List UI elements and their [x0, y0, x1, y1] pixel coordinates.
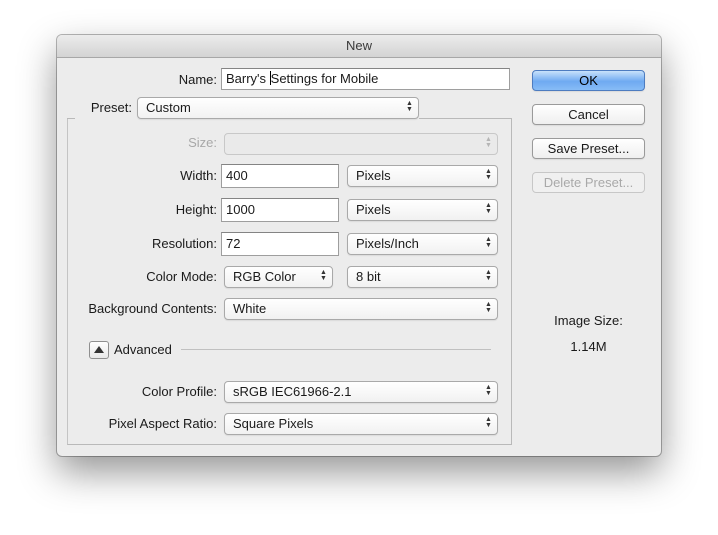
- updown-chevrons-icon: ▲ ▼: [485, 301, 492, 314]
- new-document-dialog: New Name: Barry's Settings for Mobile Pr…: [57, 35, 661, 456]
- image-size-label: Image Size:: [554, 313, 623, 328]
- advanced-divider: [181, 349, 491, 350]
- background-contents-label: Background Contents:: [88, 301, 217, 316]
- pixel-aspect-ratio-value: Square Pixels: [233, 416, 314, 431]
- name-label: Name:: [178, 72, 217, 87]
- updown-chevrons-icon: ▲ ▼: [485, 236, 492, 249]
- background-contents-value: White: [233, 301, 267, 316]
- background-contents-select[interactable]: White ▲ ▼: [224, 298, 498, 320]
- delete-preset-button: Delete Preset...: [532, 172, 645, 193]
- size-label: Size:: [188, 135, 217, 150]
- dialog-title: New: [57, 35, 661, 58]
- advanced-label: Advanced: [114, 342, 172, 357]
- color-profile-select[interactable]: sRGB IEC61966-2.1 ▲ ▼: [224, 381, 498, 403]
- triangle-up-icon: [94, 346, 104, 353]
- resolution-label: Resolution:: [151, 236, 217, 251]
- ok-button[interactable]: OK: [532, 70, 645, 91]
- height-unit-select[interactable]: Pixels ▲ ▼: [347, 199, 498, 221]
- updown-chevrons-icon: ▲ ▼: [485, 384, 492, 397]
- pixel-aspect-ratio-label: Pixel Aspect Ratio:: [108, 416, 217, 431]
- updown-chevrons-icon: ▲ ▼: [320, 269, 327, 282]
- height-unit-value: Pixels: [356, 202, 391, 217]
- name-value-after: Settings for Mobile: [270, 71, 379, 86]
- height-label: Height:: [175, 202, 217, 217]
- updown-chevrons-icon: ▲ ▼: [406, 100, 413, 113]
- cancel-button[interactable]: Cancel: [532, 104, 645, 125]
- resolution-input[interactable]: 72: [221, 232, 339, 256]
- color-mode-label: Color Mode:: [146, 269, 217, 284]
- preset-value: Custom: [146, 100, 191, 115]
- group-border-right: [419, 118, 511, 119]
- color-mode-select[interactable]: RGB Color ▲ ▼: [224, 266, 333, 288]
- updown-chevrons-icon: ▲ ▼: [485, 416, 492, 429]
- height-input[interactable]: 1000: [221, 198, 339, 222]
- pixel-aspect-ratio-select[interactable]: Square Pixels ▲ ▼: [224, 413, 498, 435]
- color-profile-label: Color Profile:: [141, 384, 217, 399]
- image-size-value: 1.14M: [570, 339, 607, 354]
- width-label: Width:: [180, 168, 217, 183]
- resolution-unit-select[interactable]: Pixels/Inch ▲ ▼: [347, 233, 498, 255]
- updown-chevrons-icon: ▲ ▼: [485, 269, 492, 282]
- width-unit-select[interactable]: Pixels ▲ ▼: [347, 165, 498, 187]
- size-select: ▲ ▼: [224, 133, 498, 155]
- preset-label: Preset:: [75, 98, 134, 118]
- bit-depth-value: 8 bit: [356, 269, 381, 284]
- color-mode-value: RGB Color: [233, 269, 296, 284]
- preset-select[interactable]: Custom ▲ ▼: [137, 97, 419, 119]
- group-border-left: [67, 118, 75, 119]
- bit-depth-select[interactable]: 8 bit ▲ ▼: [347, 266, 498, 288]
- resolution-unit-value: Pixels/Inch: [356, 236, 419, 251]
- name-value-before: Barry's: [226, 71, 270, 86]
- width-input[interactable]: 400: [221, 164, 339, 188]
- save-preset-button[interactable]: Save Preset...: [532, 138, 645, 159]
- updown-chevrons-icon: ▲ ▼: [485, 168, 492, 181]
- width-unit-value: Pixels: [356, 168, 391, 183]
- name-input[interactable]: Barry's Settings for Mobile: [221, 68, 510, 90]
- color-profile-value: sRGB IEC61966-2.1: [233, 384, 352, 399]
- updown-chevrons-icon: ▲ ▼: [485, 136, 492, 149]
- updown-chevrons-icon: ▲ ▼: [485, 202, 492, 215]
- advanced-disclosure-button[interactable]: [89, 341, 109, 359]
